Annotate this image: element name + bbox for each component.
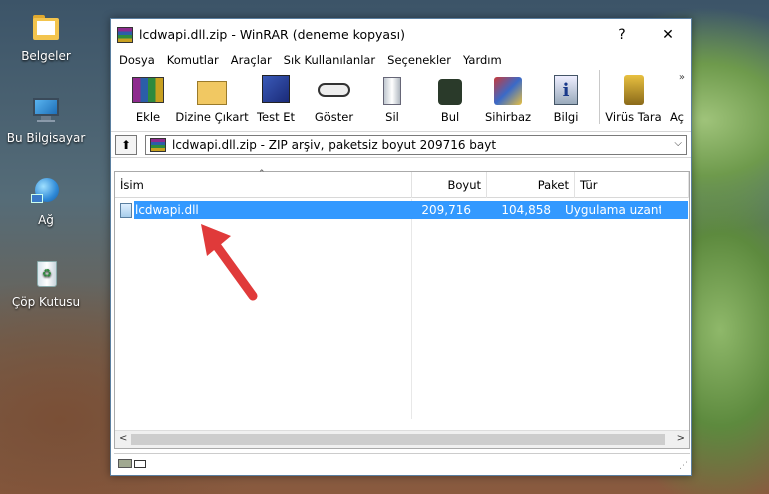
network-icon <box>29 174 63 208</box>
extract-folder-icon <box>194 73 230 107</box>
desktop-icon-this-pc[interactable]: Bu Bilgisayar <box>0 92 92 145</box>
view-glasses-icon <box>316 73 352 107</box>
info-button[interactable]: i Bilgi <box>537 70 595 124</box>
desktop-icon-label: Çöp Kutusu <box>11 295 81 309</box>
path-text: lcdwapi.dll.zip - ZIP arşiv, paketsiz bo… <box>172 137 497 152</box>
virus-scan-icon <box>616 73 652 107</box>
desktop-icon-network[interactable]: Ağ <box>0 174 92 227</box>
column-packed[interactable]: Paket <box>487 172 575 198</box>
column-divider <box>411 199 412 419</box>
add-button[interactable]: Ekle <box>119 70 177 124</box>
menu-yardim[interactable]: Yardım <box>457 53 508 67</box>
wizard-icon <box>490 73 526 107</box>
dll-file-icon <box>120 202 132 218</box>
find-binoculars-icon <box>432 73 468 107</box>
this-pc-icon <box>29 92 63 126</box>
toolbar-overflow-chevron-icon[interactable]: » <box>679 72 685 83</box>
status-bar: ⋰ <box>114 453 690 473</box>
file-packed: 104,858 <box>501 203 551 217</box>
title-bar[interactable]: lcdwapi.dll.zip - WinRAR (deneme kopyası… <box>111 19 691 50</box>
extract-button[interactable]: Dizine Çıkart <box>175 70 249 124</box>
delete-button[interactable]: Sil <box>363 70 421 124</box>
file-type: Uygulama uzantısı <box>565 203 661 217</box>
test-monitor-icon <box>258 73 294 107</box>
recycle-bin-icon: ♻ <box>29 256 63 290</box>
menu-sik-kullanilanlar[interactable]: Sık Kullanılanlar <box>278 53 382 67</box>
view-button[interactable]: Göster <box>305 70 363 124</box>
menu-bar: Dosya Komutlar Araçlar Sık Kullanılanlar… <box>111 50 691 70</box>
chevron-down-icon[interactable]: ⌵ <box>674 138 682 149</box>
scrollbar-thumb[interactable] <box>131 434 665 445</box>
menu-araclar[interactable]: Araçlar <box>225 53 278 67</box>
file-list[interactable]: İsim Boyut Paket Tür ⌃ lcdwapi.dll 209,7… <box>114 169 690 449</box>
info-icon: i <box>548 73 584 107</box>
resize-grip-icon[interactable]: ⋰ <box>679 461 688 471</box>
menu-secenekler[interactable]: Seçenekler <box>381 53 457 67</box>
scroll-right-icon[interactable]: > <box>677 433 685 444</box>
file-name: lcdwapi.dll <box>135 203 199 217</box>
desktop-icon-label: Bu Bilgisayar <box>6 131 86 145</box>
column-type[interactable]: Tür <box>575 172 689 198</box>
virus-scan-button[interactable]: Virüs Tara <box>599 70 667 124</box>
drive-icon[interactable] <box>118 459 132 468</box>
documents-folder-icon <box>29 10 63 44</box>
menu-komutlar[interactable]: Komutlar <box>161 53 225 67</box>
delete-bin-icon <box>374 73 410 107</box>
annotation-arrow-icon <box>201 224 258 301</box>
file-size: 209,716 <box>421 203 471 217</box>
sort-arrow-icon: ⌃ <box>258 169 266 179</box>
desktop-icon-documents[interactable]: Belgeler <box>0 10 92 63</box>
scroll-left-icon[interactable]: < <box>119 433 127 444</box>
path-bar: ⬆ lcdwapi.dll.zip - ZIP arşiv, paketsiz … <box>111 132 691 158</box>
desktop-icon-recycle-bin[interactable]: ♻ Çöp Kutusu <box>0 256 92 309</box>
horizontal-scrollbar[interactable]: < > <box>115 430 689 448</box>
menu-dosya[interactable]: Dosya <box>113 53 161 67</box>
path-combobox[interactable]: lcdwapi.dll.zip - ZIP arşiv, paketsiz bo… <box>145 134 687 155</box>
desktop-icon-label: Ağ <box>38 213 54 227</box>
close-button[interactable]: ✕ <box>645 19 691 50</box>
wizard-button[interactable]: Sihirbaz <box>479 70 537 124</box>
toolbar: Ekle Dizine Çıkart Test Et Göster Sil Bu… <box>111 70 691 132</box>
desktop-icon-label: Belgeler <box>21 49 71 63</box>
archive-books-icon <box>130 73 166 107</box>
help-button[interactable]: ? <box>599 19 645 50</box>
table-row[interactable]: lcdwapi.dll 209,716 104,858 Uygulama uza… <box>120 201 688 219</box>
window-title: lcdwapi.dll.zip - WinRAR (deneme kopyası… <box>139 27 405 42</box>
up-folder-button[interactable]: ⬆ <box>115 134 137 155</box>
find-button[interactable]: Bul <box>421 70 479 124</box>
winrar-app-icon <box>117 26 133 43</box>
file-list-header: İsim Boyut Paket Tür ⌃ <box>115 169 689 198</box>
column-size[interactable]: Boyut <box>412 172 487 198</box>
key-icon[interactable] <box>134 459 146 468</box>
test-button[interactable]: Test Et <box>247 70 305 124</box>
zip-archive-icon <box>150 137 166 152</box>
